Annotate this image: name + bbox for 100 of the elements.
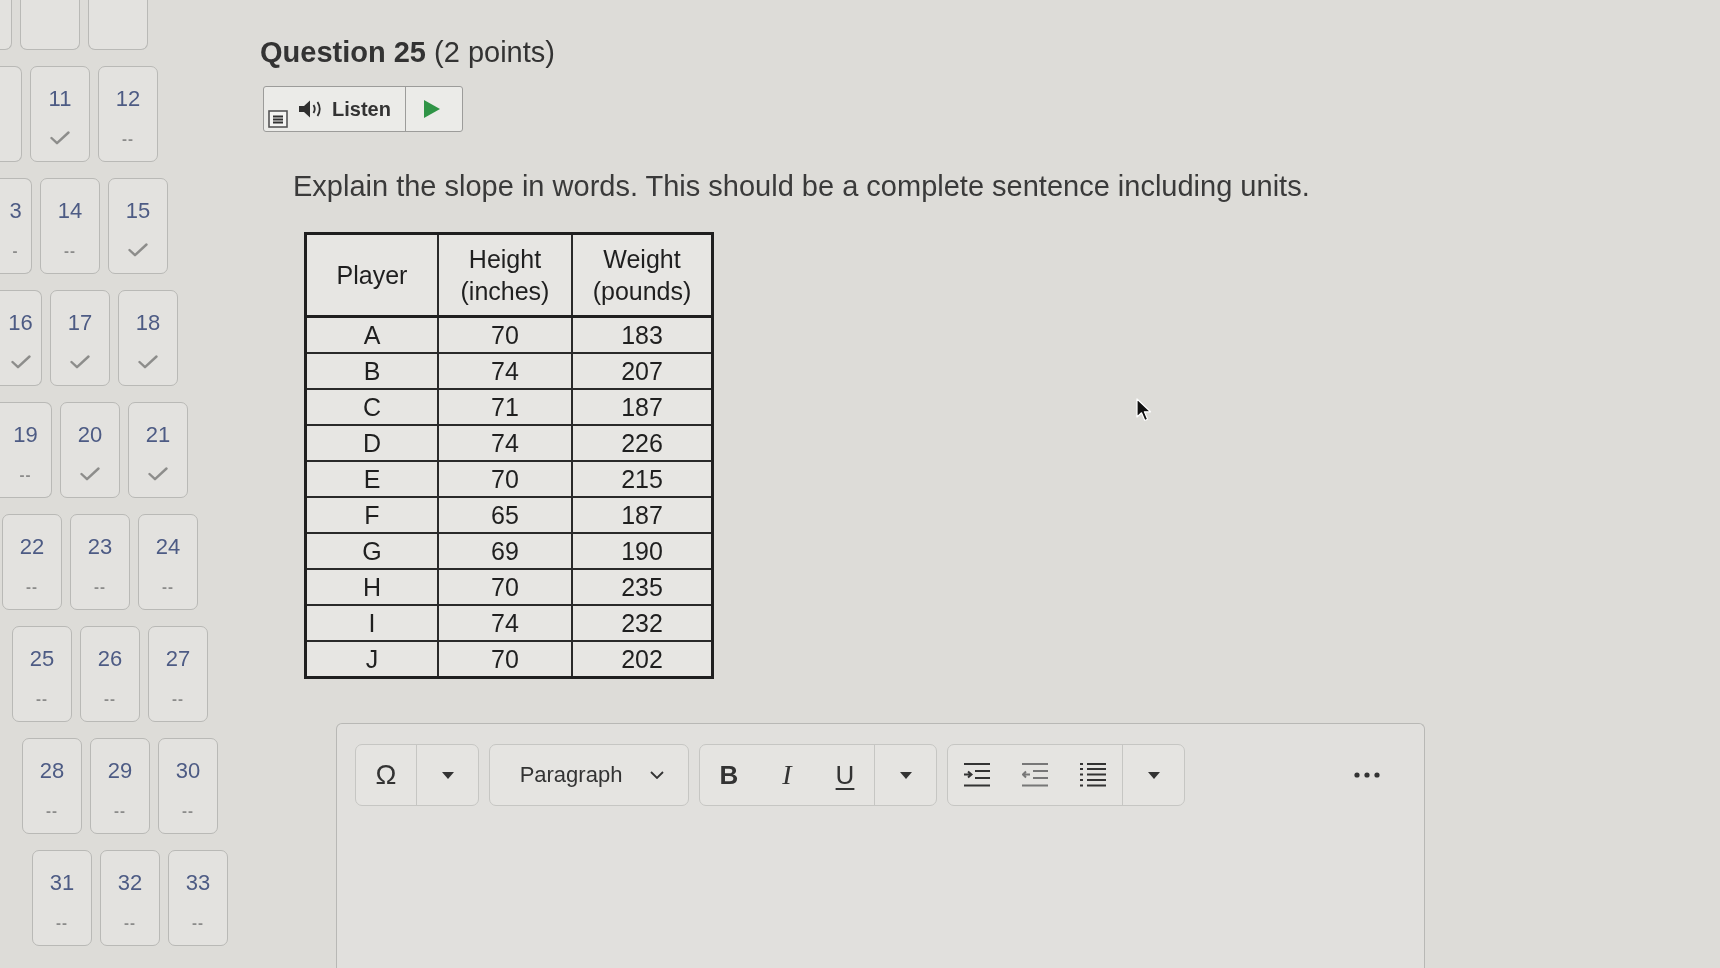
check-icon (50, 131, 70, 145)
question-number: 23 (87, 535, 113, 559)
caret-icon (899, 771, 912, 779)
column-header: Player (305, 233, 438, 317)
question-tile[interactable]: 20 (60, 402, 120, 498)
unanswered-mark: -- (64, 243, 76, 259)
underline-button[interactable]: U (816, 745, 874, 805)
question-number: 15 (125, 199, 151, 223)
question-number: 33 (185, 871, 211, 895)
italic-button[interactable]: I (758, 745, 816, 805)
unanswered-mark: -- (56, 915, 68, 931)
listen-button[interactable]: Listen (290, 87, 406, 131)
question-tile[interactable] (0, 0, 12, 50)
check-icon (128, 243, 148, 257)
question-tile[interactable]: 18 (118, 290, 178, 386)
paragraph-dropdown[interactable]: Paragraph (490, 745, 688, 805)
question-number: 20 (77, 423, 103, 447)
check-icon (148, 467, 168, 481)
question-tile[interactable]: 33 -- (168, 850, 228, 946)
table-cell: B (305, 353, 438, 389)
unanswered-mark: -- (19, 467, 32, 483)
caret-icon (1147, 771, 1160, 779)
question-number: 16 (8, 311, 33, 335)
check-icon (138, 355, 158, 369)
table-cell: 74 (438, 353, 572, 389)
bold-button[interactable]: B (700, 745, 758, 805)
question-tile[interactable]: 15 (108, 178, 168, 274)
question-tile[interactable]: 11 (30, 66, 90, 162)
question-number: 30 (175, 759, 201, 783)
question-tile[interactable]: 25 -- (12, 626, 72, 722)
table-cell: C (305, 389, 438, 425)
question-tile[interactable]: 22 -- (2, 514, 62, 610)
question-number: 18 (135, 311, 161, 335)
question-tile[interactable]: 21 (128, 402, 188, 498)
question-number: 27 (165, 647, 191, 671)
question-number: 12 (115, 87, 141, 111)
question-tile[interactable]: 17 (50, 290, 110, 386)
question-number: 31 (49, 871, 75, 895)
question-number: 17 (67, 311, 93, 335)
table-cell: 69 (438, 533, 572, 569)
table-cell: 74 (438, 605, 572, 641)
check-icon (10, 355, 31, 369)
unanswered-mark: -- (36, 691, 48, 707)
special-character-button[interactable]: Ω (356, 745, 416, 805)
table-cell: I (305, 605, 438, 641)
question-number: 24 (155, 535, 181, 559)
menu-icon[interactable] (268, 110, 288, 128)
mouse-pointer-icon (1136, 398, 1152, 422)
question-text: Explain the slope in words. This should be a complete sentence including units. (293, 169, 1310, 204)
question-tile[interactable] (0, 66, 22, 162)
unanswered-mark: -- (122, 131, 134, 147)
table-cell: G (305, 533, 438, 569)
table-cell: E (305, 461, 438, 497)
question-tile[interactable]: 12 -- (98, 66, 158, 162)
question-number: 3 (9, 199, 22, 223)
question-tile[interactable]: 30 -- (158, 738, 218, 834)
play-icon (423, 100, 440, 118)
unanswered-mark: -- (26, 579, 38, 595)
question-tile[interactable]: 23 -- (70, 514, 130, 610)
table-cell: 70 (438, 461, 572, 497)
question-tile[interactable]: 14 -- (40, 178, 100, 274)
question-number: 29 (107, 759, 133, 783)
unanswered-mark: -- (162, 579, 174, 595)
table-cell: H (305, 569, 438, 605)
table-cell: 70 (438, 569, 572, 605)
more-icon (1354, 772, 1380, 778)
chevron-down-icon (650, 771, 665, 779)
question-number: 21 (145, 423, 171, 447)
table-cell: 65 (438, 497, 572, 533)
question-title: Question 25 (2 points) (260, 35, 555, 70)
unanswered-mark: -- (172, 691, 184, 707)
question-number: 26 (97, 647, 123, 671)
indent-icon (964, 763, 990, 787)
check-icon (80, 467, 100, 481)
question-tile[interactable]: 24 -- (138, 514, 198, 610)
question-number: 32 (117, 871, 143, 895)
unanswered-mark: -- (192, 915, 204, 931)
question-tile[interactable]: 32 -- (100, 850, 160, 946)
question-number: 25 (29, 647, 55, 671)
question-tile[interactable] (20, 0, 80, 50)
table-cell: D (305, 425, 438, 461)
question-tile[interactable]: 27 -- (148, 626, 208, 722)
speaker-icon (298, 99, 324, 119)
question-tile[interactable]: 28 -- (22, 738, 82, 834)
question-tile[interactable] (88, 0, 148, 50)
question-tile[interactable]: 16 (0, 290, 42, 386)
outdent-icon (1022, 763, 1048, 787)
table-cell: F (305, 497, 438, 533)
question-tile[interactable]: 29 -- (90, 738, 150, 834)
question-tile[interactable]: 31 -- (32, 850, 92, 946)
question-tile[interactable]: 26 -- (80, 626, 140, 722)
list-icon (1080, 763, 1106, 787)
question-number: 11 (48, 87, 72, 111)
question-tile[interactable]: 3 - (0, 178, 32, 274)
table-cell: 71 (438, 389, 572, 425)
question-number: 14 (57, 199, 83, 223)
unanswered-mark: - (12, 243, 19, 259)
check-icon (70, 355, 90, 369)
question-tile[interactable]: 19 -- (0, 402, 52, 498)
table-cell: 74 (438, 425, 572, 461)
